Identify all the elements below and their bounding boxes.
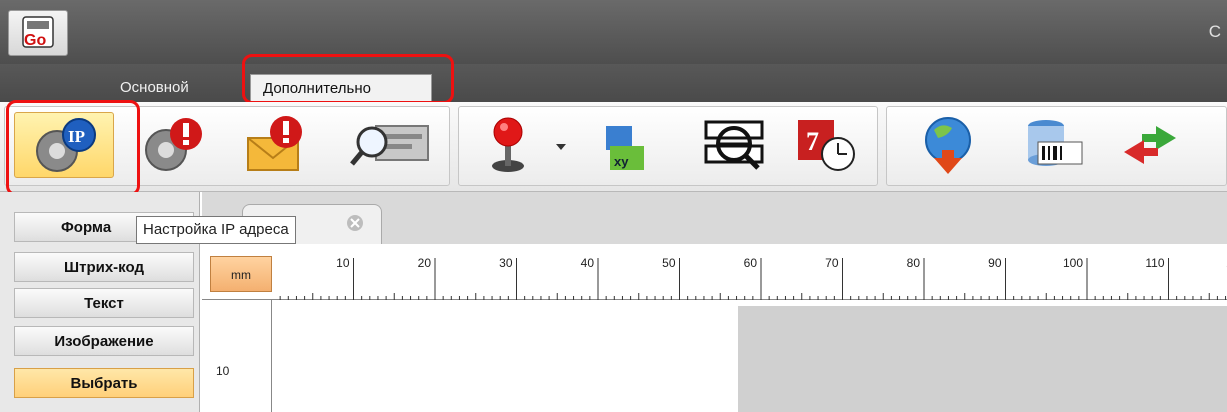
ruler-label: 50 [662,256,676,270]
ruler-label: 10 [336,256,350,270]
ruler-label: 80 [906,256,920,270]
label-canvas[interactable] [272,300,738,412]
vertical-ruler-label: 10 [216,364,230,378]
ruler-label: 90 [988,256,1002,270]
ruler-label: 40 [580,256,594,270]
ruler-label: 60 [743,256,757,270]
ruler-label: 110 [1145,256,1165,270]
ruler-label: 30 [499,256,513,270]
vertical-ruler [202,300,272,412]
canvas-outside-area [738,306,1227,412]
ruler-label: 100 [1062,256,1083,270]
ruler-label: 120 [1210,256,1227,270]
ruler-label: 20 [417,256,431,270]
ruler-label: 70 [825,256,839,270]
